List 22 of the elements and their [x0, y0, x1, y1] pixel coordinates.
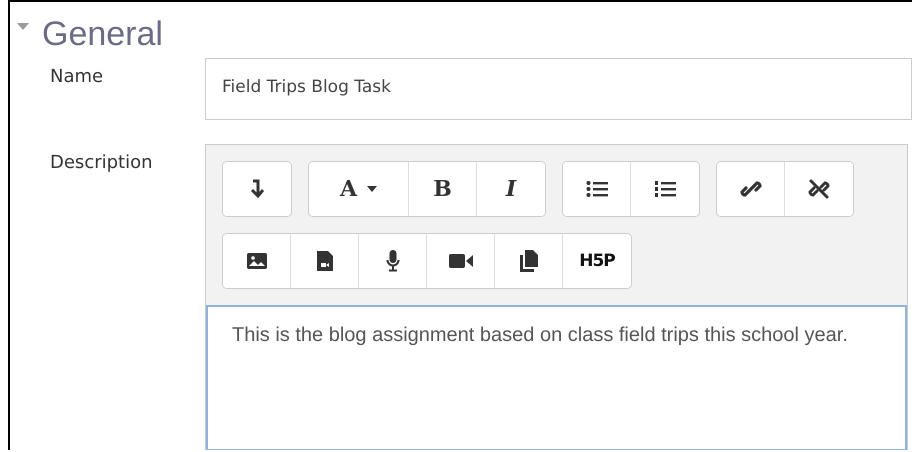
image-icon	[246, 253, 266, 269]
arrow-down-icon	[250, 179, 264, 199]
toolbar-button[interactable]	[717, 162, 785, 216]
numbered-list-icon	[654, 180, 676, 198]
video-camera-icon	[448, 253, 472, 269]
bullet-list-icon	[586, 180, 608, 198]
format-button[interactable]: A	[309, 162, 409, 216]
copy-icon	[520, 250, 538, 272]
collapse-icon[interactable]	[16, 22, 30, 32]
field-label: Name	[49, 65, 104, 88]
toolbar-button[interactable]	[223, 162, 291, 216]
section-title: General	[42, 14, 163, 54]
description-text: This is the blog assignment based on class field trips this school year.	[232, 323, 849, 348]
editor-text-area[interactable]: This is the blog assignment based on class field trips this school year.	[206, 305, 907, 450]
name-field[interactable]: Field Trips Blog Task	[205, 58, 912, 120]
field-label: Description	[49, 151, 154, 174]
video-file-icon	[316, 251, 332, 271]
toolbar-button[interactable]	[223, 234, 291, 288]
unlink-icon	[808, 178, 830, 200]
caret-icon	[367, 186, 378, 192]
microphone-icon	[386, 250, 400, 272]
toolbar-button[interactable]	[563, 162, 631, 216]
